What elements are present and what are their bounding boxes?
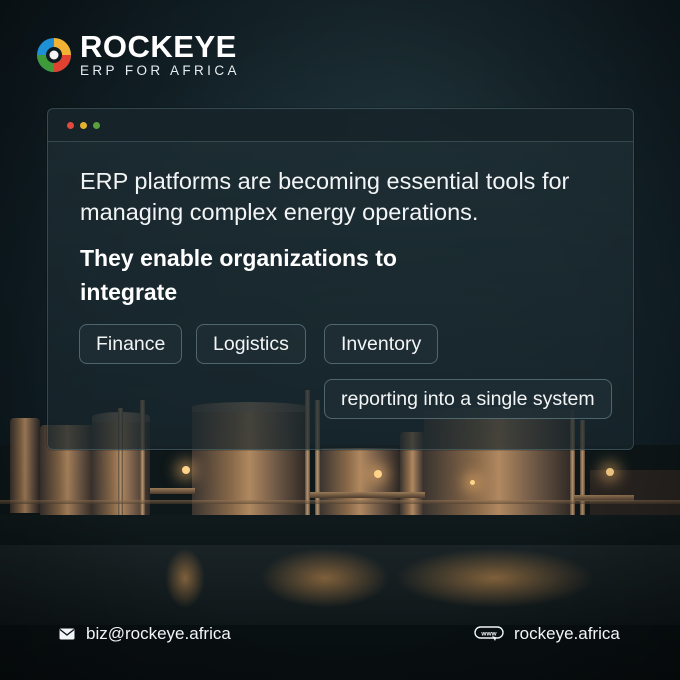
brand-logo: ROCKEYE ERP FOR AFRICA	[34, 29, 240, 78]
mail-icon	[59, 628, 75, 640]
brand-tagline: ERP FOR AFRICA	[80, 63, 240, 78]
chip-finance: Finance	[79, 324, 183, 364]
close-dot-icon	[67, 121, 74, 129]
email-address: biz@rockeye.africa	[86, 624, 231, 643]
subheadline: They enable organizations to integrate	[80, 245, 397, 305]
website-url: rockeye.africa	[514, 624, 620, 643]
brand-name: ROCKEYE	[80, 29, 237, 64]
chip-inventory: Inventory	[324, 324, 439, 364]
headline: ERP platforms are becoming essential too…	[80, 168, 570, 225]
footer-website[interactable]: www rockeye.africa	[474, 624, 620, 644]
chip-reporting-note: reporting into a single system	[324, 379, 612, 419]
svg-text:www: www	[480, 631, 497, 638]
footer-email[interactable]: biz@rockeye.africa	[59, 624, 231, 644]
chip-logistics: Logistics	[196, 324, 306, 364]
maximize-dot-icon	[93, 121, 100, 129]
window-titlebar	[48, 109, 633, 142]
www-icon: www	[474, 626, 504, 641]
swirl-logo-icon	[37, 38, 71, 72]
minimize-dot-icon	[80, 121, 87, 129]
